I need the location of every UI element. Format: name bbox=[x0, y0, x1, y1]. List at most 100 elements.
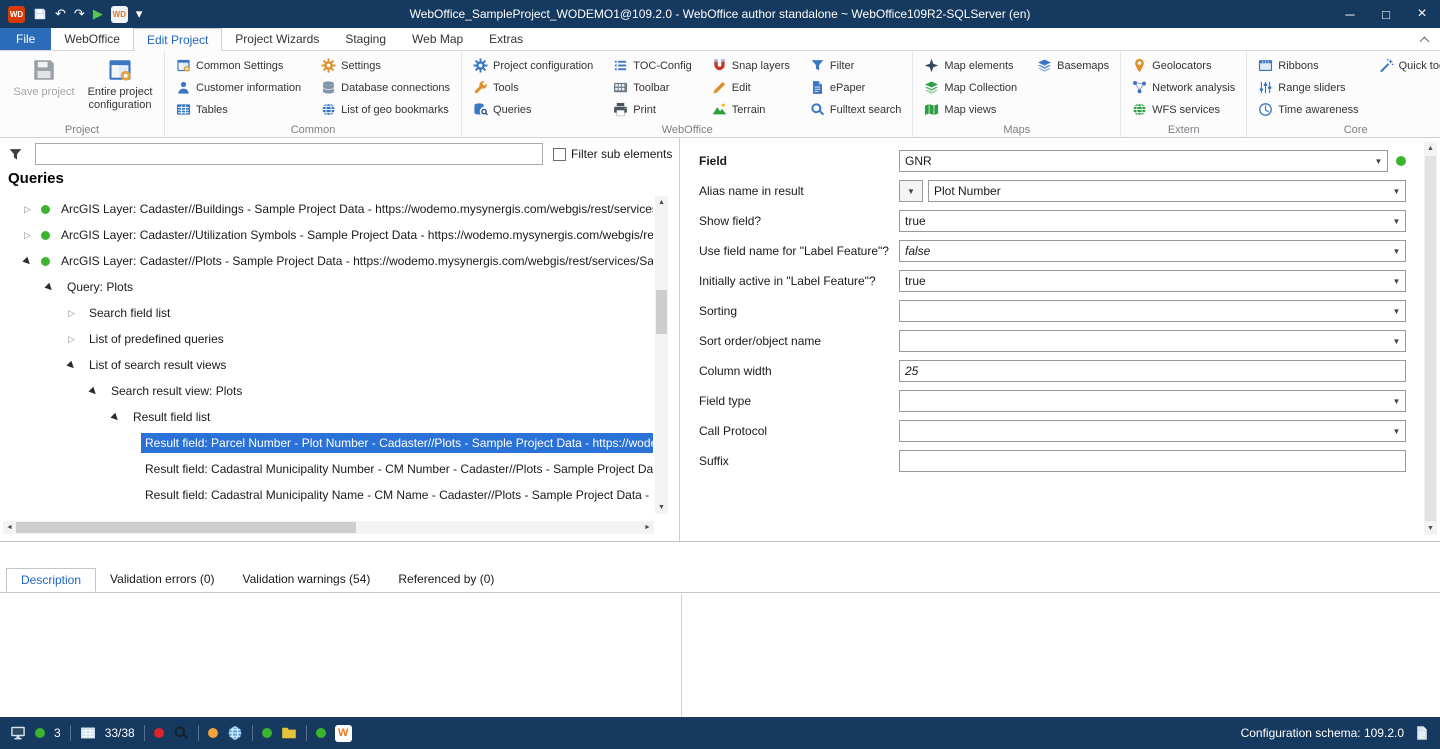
ribbon-button[interactable]: Range sliders bbox=[1255, 77, 1361, 98]
ribbon-button[interactable]: TOC-Config bbox=[610, 55, 694, 76]
ribbon-button[interactable]: Map views bbox=[921, 99, 1020, 120]
scroll-thumb[interactable] bbox=[1425, 156, 1436, 521]
folder-status-icon[interactable] bbox=[281, 725, 297, 741]
property-control[interactable]: Plot Number ▼ bbox=[928, 180, 1406, 202]
tree-item[interactable]: Search field list bbox=[0, 300, 653, 326]
tree-vertical-scrollbar[interactable]: ▲ ▼ bbox=[655, 196, 668, 514]
table-status-icon[interactable] bbox=[80, 725, 96, 741]
expander-icon[interactable] bbox=[46, 282, 63, 293]
red-status-dot[interactable] bbox=[154, 728, 164, 738]
tab-edit-project[interactable]: Edit Project bbox=[133, 28, 222, 51]
tree-item[interactable]: Result field: Cadastral Municipality Nam… bbox=[0, 482, 653, 508]
expander-icon[interactable] bbox=[68, 308, 85, 319]
expander-icon[interactable] bbox=[112, 412, 129, 423]
tree-item[interactable]: Result field: Cadastral Municipality Num… bbox=[0, 456, 653, 482]
ribbon-button[interactable]: Ribbons bbox=[1255, 55, 1361, 76]
properties-vertical-scrollbar[interactable]: ▲ ▼ bbox=[1424, 142, 1437, 535]
tree-item[interactable]: ArcGIS Layer: Cadaster//Utilization Symb… bbox=[0, 222, 653, 248]
green-status-dot[interactable] bbox=[262, 728, 272, 738]
tree-item[interactable]: Query: Plots bbox=[0, 274, 653, 300]
scroll-up-icon[interactable]: ▲ bbox=[655, 196, 668, 209]
ribbon-button[interactable]: Common Settings bbox=[173, 55, 304, 76]
property-control[interactable]: GNR ▼ bbox=[899, 150, 1388, 172]
ribbon-button[interactable]: Toolbar bbox=[610, 77, 694, 98]
dropdown-caret-icon[interactable]: ▼ bbox=[1370, 157, 1387, 166]
tree-item[interactable]: ArcGIS Layer: Cadaster//Buildings - Samp… bbox=[0, 196, 653, 222]
tab-validation-errors[interactable]: Validation errors (0) bbox=[96, 568, 228, 591]
property-control[interactable]: ▼ bbox=[899, 450, 1406, 472]
expander-icon[interactable] bbox=[68, 334, 85, 345]
scroll-down-icon[interactable]: ▼ bbox=[655, 501, 668, 514]
expander-icon[interactable] bbox=[24, 256, 41, 267]
property-control[interactable]: ▼ bbox=[899, 420, 1406, 442]
tree-item[interactable]: Search result view: Plots bbox=[0, 378, 653, 404]
expander-icon[interactable] bbox=[90, 386, 107, 397]
dropdown-caret-icon[interactable]: ▼ bbox=[1388, 217, 1405, 226]
ribbon-button[interactable]: Map elements bbox=[921, 55, 1020, 76]
scroll-right-icon[interactable]: ► bbox=[641, 521, 654, 534]
green-status-dot[interactable] bbox=[35, 728, 45, 738]
property-control[interactable]: ▼ bbox=[899, 330, 1406, 352]
scroll-thumb[interactable] bbox=[656, 290, 667, 334]
expander-icon[interactable] bbox=[24, 230, 41, 241]
scroll-up-icon[interactable]: ▲ bbox=[1424, 142, 1437, 155]
redo-icon[interactable]: ↷ bbox=[74, 7, 85, 21]
ribbon-button[interactable]: Time awareness bbox=[1255, 99, 1361, 120]
separator[interactable] bbox=[144, 725, 145, 741]
separator[interactable] bbox=[198, 725, 199, 741]
qat-menu-icon[interactable]: ▾ bbox=[136, 7, 143, 21]
property-control[interactable]: ▼ bbox=[899, 300, 1406, 322]
dropdown-caret-icon[interactable]: ▼ bbox=[1388, 397, 1405, 406]
property-control[interactable]: false ▼ bbox=[899, 240, 1406, 262]
maximize-button[interactable]: □ bbox=[1368, 0, 1404, 28]
ribbon-button[interactable]: List of geo bookmarks bbox=[318, 99, 453, 120]
search-status-icon[interactable] bbox=[173, 725, 189, 741]
weboffice-logo-icon[interactable]: WW bbox=[335, 725, 352, 742]
tab-validation-warnings[interactable]: Validation warnings (54) bbox=[229, 568, 385, 591]
tree-item[interactable]: Result field: Parcel Number - Plot Numbe… bbox=[0, 430, 653, 456]
green-status-dot[interactable] bbox=[316, 728, 326, 738]
ribbon-button[interactable]: Quick tools bbox=[1376, 55, 1440, 76]
ribbon-button[interactable]: Basemaps bbox=[1034, 55, 1112, 76]
wd-tool-icon[interactable]: WD bbox=[111, 6, 128, 23]
property-control[interactable]: ▼ bbox=[899, 390, 1406, 412]
expander-icon[interactable] bbox=[24, 204, 41, 215]
scroll-left-icon[interactable]: ◄ bbox=[3, 521, 16, 534]
ribbon-button[interactable]: Tools bbox=[470, 77, 596, 98]
filter-sub-elements-checkbox[interactable] bbox=[553, 148, 566, 161]
session-count[interactable]: 33 bbox=[54, 726, 61, 740]
ribbon-button[interactable]: Fulltext search bbox=[807, 99, 905, 120]
tree-item[interactable]: Result field list bbox=[0, 404, 653, 430]
scroll-down-icon[interactable]: ▼ bbox=[1424, 522, 1437, 535]
ribbon-big-button[interactable]: Entire project configuration bbox=[84, 55, 156, 121]
ribbon-button[interactable]: Settings bbox=[318, 55, 453, 76]
tree-item[interactable]: List of predefined queries bbox=[0, 326, 653, 352]
tab-project-wizards[interactable]: Project Wizards bbox=[222, 28, 332, 50]
schema-doc-icon[interactable] bbox=[1414, 725, 1430, 741]
dropdown-caret-icon[interactable]: ▼ bbox=[1388, 277, 1405, 286]
run-icon[interactable]: ▶ bbox=[93, 7, 103, 21]
separator[interactable] bbox=[70, 725, 71, 741]
property-control[interactable]: 25 ▼ bbox=[899, 360, 1406, 382]
ribbon-button[interactable]: Database connections bbox=[318, 77, 453, 98]
scroll-thumb[interactable] bbox=[16, 522, 356, 533]
ribbon-button[interactable]: Queries bbox=[470, 99, 596, 120]
ribbon-big-button[interactable]: Save project bbox=[8, 55, 80, 121]
property-control[interactable]: true ▼ bbox=[899, 210, 1406, 232]
monitor-icon[interactable] bbox=[10, 725, 26, 741]
ribbon-button[interactable]: Project configuration bbox=[470, 55, 596, 76]
dropdown-caret-icon[interactable]: ▼ bbox=[1388, 427, 1405, 436]
ribbon-button[interactable]: Terrain bbox=[709, 99, 793, 120]
tab-staging[interactable]: Staging bbox=[332, 28, 399, 50]
layer-count[interactable]: 33/3833/38 bbox=[105, 726, 135, 740]
app-logo-icon[interactable]: WD bbox=[8, 6, 25, 23]
expander-icon[interactable] bbox=[68, 360, 85, 371]
separator[interactable] bbox=[252, 725, 253, 741]
ribbon-button[interactable]: Tables bbox=[173, 99, 304, 120]
ribbon-button[interactable]: WFS services bbox=[1129, 99, 1238, 120]
globe-status-icon[interactable] bbox=[227, 725, 243, 741]
dropdown-caret-icon[interactable]: ▼ bbox=[1388, 187, 1405, 196]
ribbon-button[interactable]: Edit bbox=[709, 77, 793, 98]
tab-weboffice[interactable]: WebOffice bbox=[51, 28, 133, 50]
separator[interactable] bbox=[306, 725, 307, 741]
